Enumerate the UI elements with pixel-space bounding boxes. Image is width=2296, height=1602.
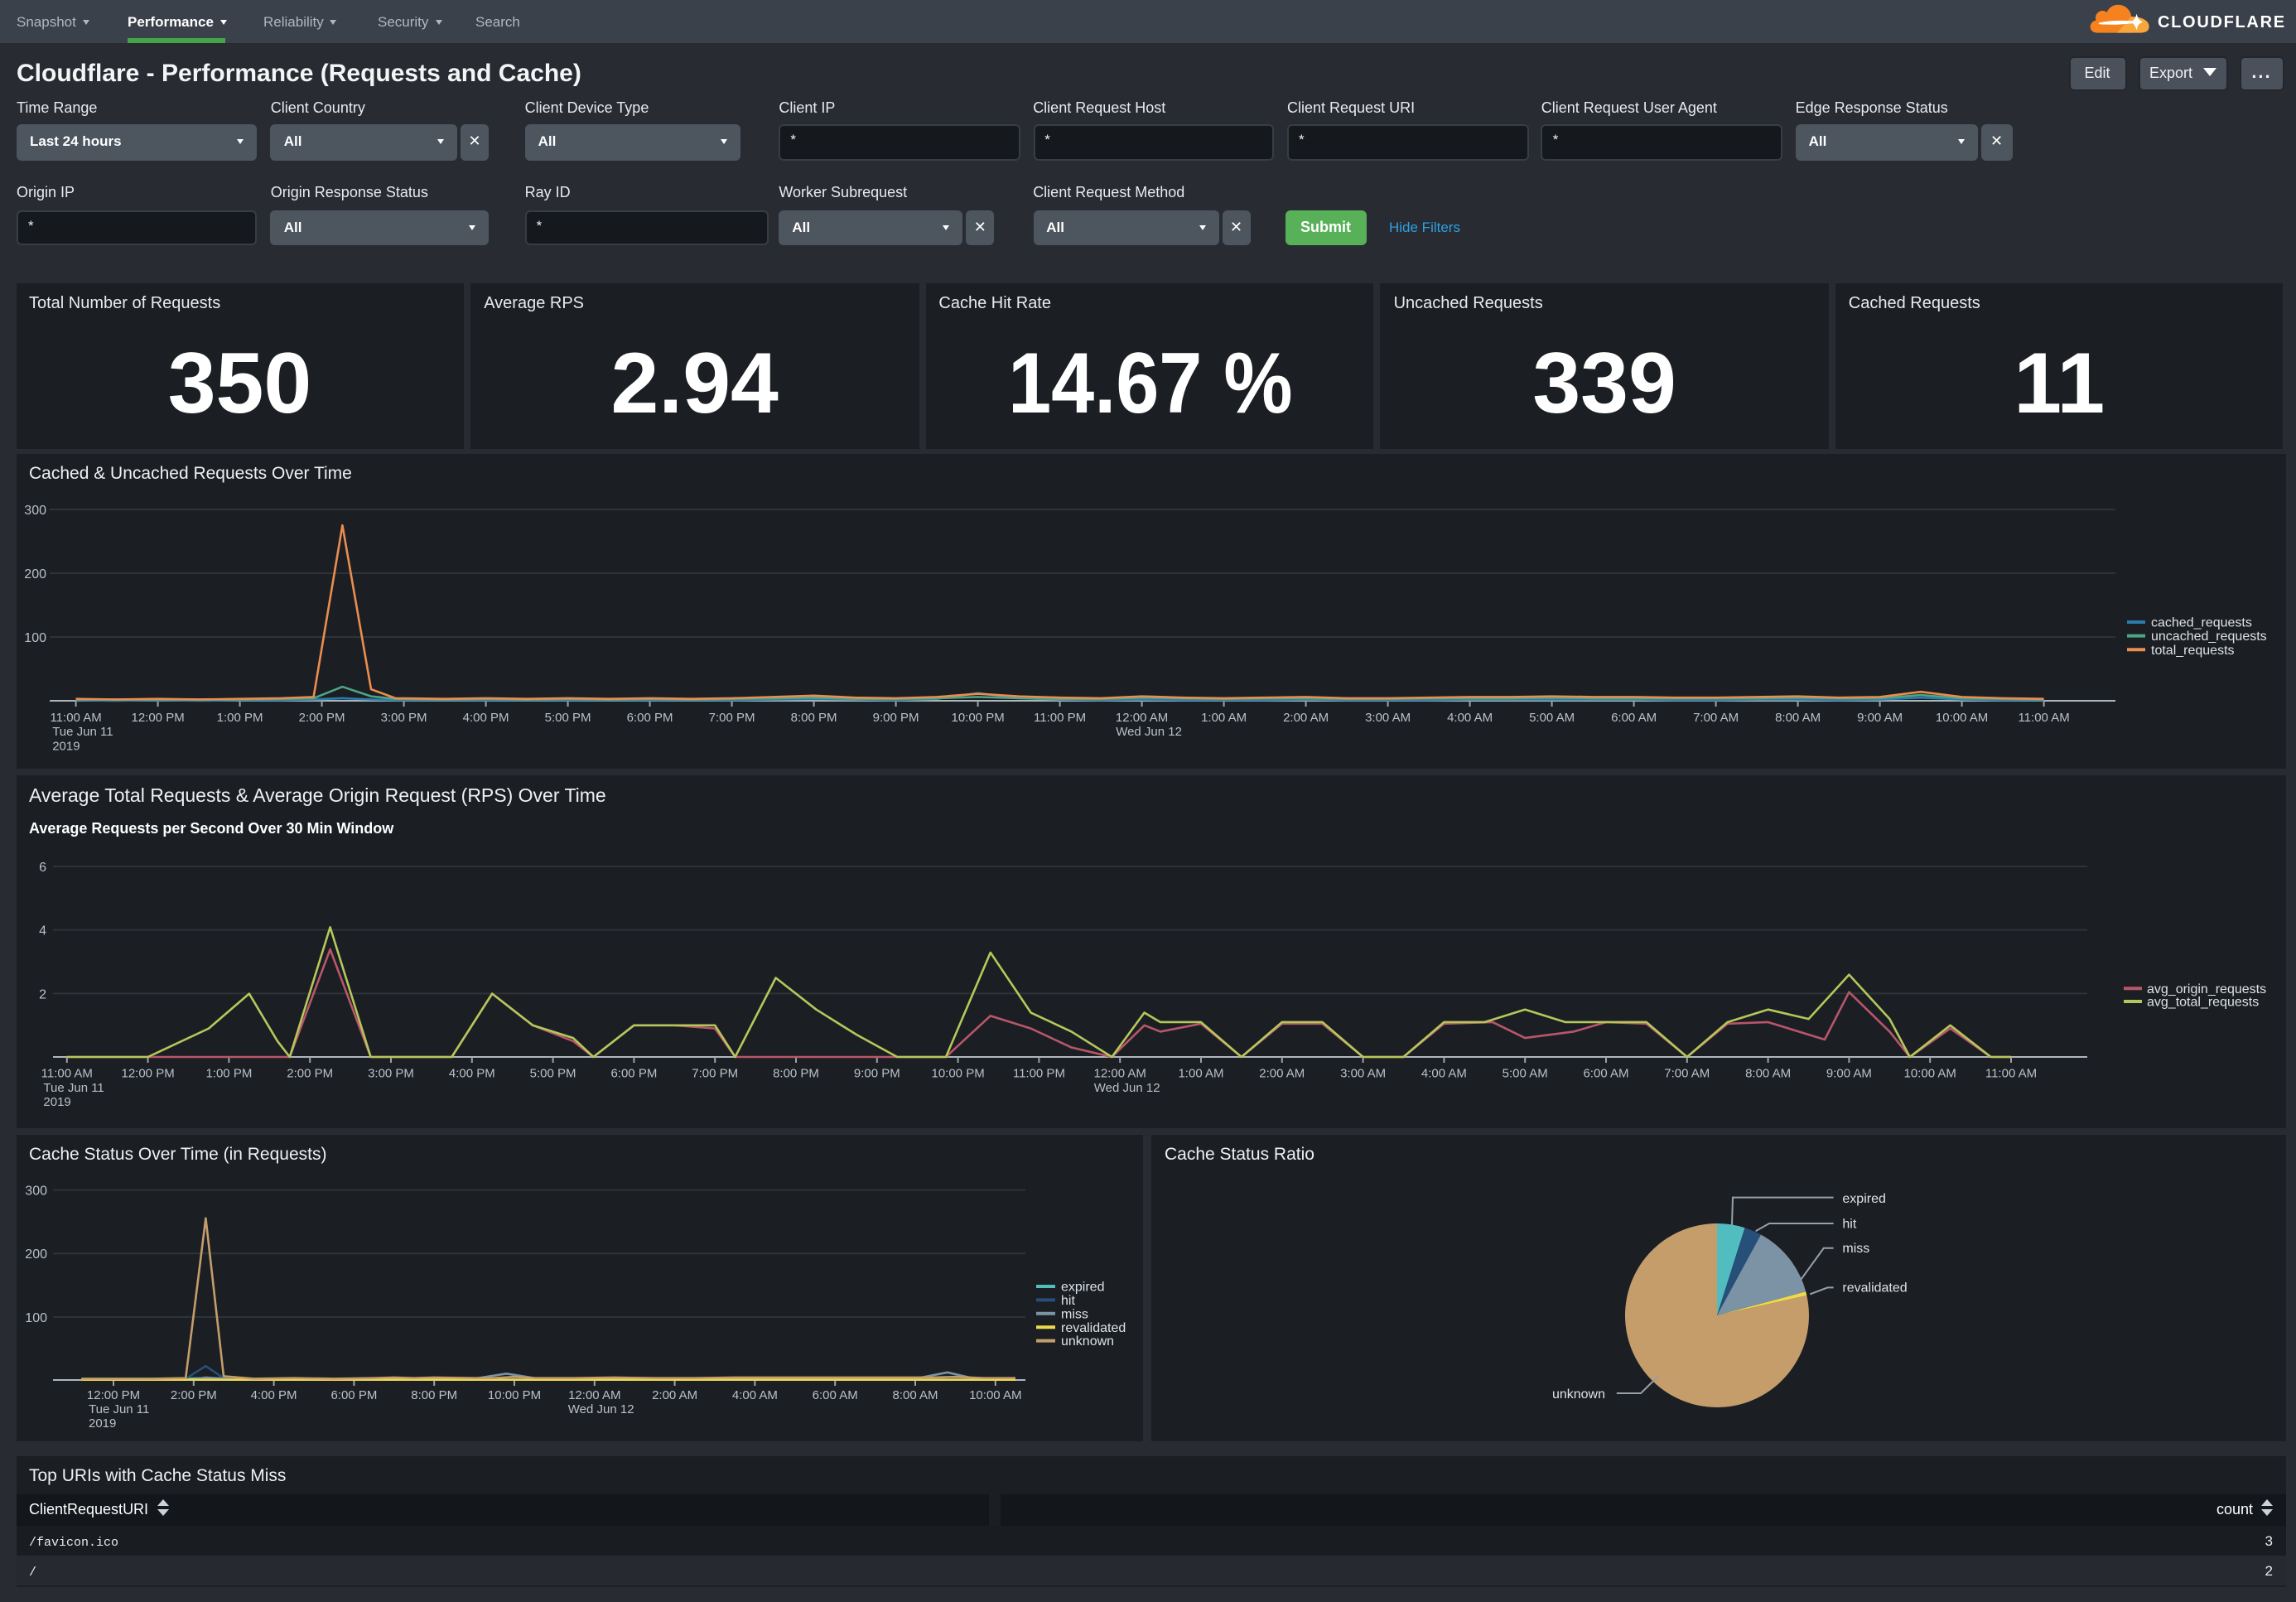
svg-text:cached_requests: cached_requests <box>2150 616 2251 630</box>
svg-text:4:00 AM: 4:00 AM <box>1421 1067 1466 1081</box>
svg-text:12:00 AM: 12:00 AM <box>1093 1067 1146 1081</box>
svg-text:3:00 AM: 3:00 AM <box>1339 1067 1385 1081</box>
svg-text:11:00 AM: 11:00 AM <box>2017 711 2068 725</box>
svg-text:2: 2 <box>38 987 46 1001</box>
svg-text:2019: 2019 <box>88 1416 115 1431</box>
svg-text:11:00 AM: 11:00 AM <box>41 1067 92 1081</box>
svg-text:2:00 PM: 2:00 PM <box>298 711 345 725</box>
svg-text:8:00 AM: 8:00 AM <box>1774 711 1820 725</box>
svg-text:revalidated: revalidated <box>1842 1281 1907 1296</box>
svg-text:10:00 PM: 10:00 PM <box>950 711 1003 725</box>
svg-text:6:00 PM: 6:00 PM <box>626 711 673 725</box>
svg-text:100: 100 <box>23 631 46 645</box>
svg-text:6:00 PM: 6:00 PM <box>610 1067 656 1081</box>
svg-text:hit: hit <box>1842 1218 1856 1232</box>
svg-text:uncached_requests: uncached_requests <box>2150 630 2266 644</box>
svg-text:Tue Jun 11: Tue Jun 11 <box>42 1081 103 1095</box>
svg-text:6:00 AM: 6:00 AM <box>1582 1067 1628 1081</box>
svg-text:4:00 PM: 4:00 PM <box>448 1067 494 1081</box>
svg-text:10:00 PM: 10:00 PM <box>487 1388 540 1402</box>
svg-text:300: 300 <box>24 1185 46 1199</box>
svg-text:2019: 2019 <box>51 740 79 754</box>
svg-text:11:00 AM: 11:00 AM <box>49 711 100 725</box>
svg-text:miss: miss <box>1060 1307 1088 1321</box>
svg-text:12:00 PM: 12:00 PM <box>86 1388 139 1402</box>
svg-text:8:00 PM: 8:00 PM <box>772 1067 818 1081</box>
svg-text:Tue Jun 11: Tue Jun 11 <box>88 1402 148 1416</box>
svg-text:total_requests: total_requests <box>2150 644 2234 658</box>
svg-text:avg_origin_requests: avg_origin_requests <box>2146 982 2265 996</box>
svg-text:Wed Jun 12: Wed Jun 12 <box>1093 1081 1160 1095</box>
svg-text:8:00 PM: 8:00 PM <box>790 711 837 725</box>
svg-text:2:00 PM: 2:00 PM <box>286 1067 332 1081</box>
svg-text:8:00 AM: 8:00 AM <box>891 1388 937 1402</box>
svg-text:2:00 AM: 2:00 AM <box>651 1388 697 1402</box>
svg-text:5:00 AM: 5:00 AM <box>1528 711 1574 725</box>
svg-text:Wed Jun 12: Wed Jun 12 <box>1115 725 1181 739</box>
svg-text:expired: expired <box>1060 1281 1103 1295</box>
svg-text:1:00 AM: 1:00 AM <box>1177 1067 1223 1081</box>
svg-text:8:00 AM: 8:00 AM <box>1744 1067 1790 1081</box>
svg-text:6:00 AM: 6:00 AM <box>812 1388 857 1402</box>
svg-text:10:00 AM: 10:00 AM <box>1935 711 1987 725</box>
svg-text:10:00 AM: 10:00 AM <box>968 1388 1020 1402</box>
svg-text:9:00 PM: 9:00 PM <box>872 711 919 725</box>
svg-text:4:00 AM: 4:00 AM <box>1446 711 1492 725</box>
svg-text:2:00 AM: 2:00 AM <box>1282 711 1328 725</box>
svg-text:4:00 AM: 4:00 AM <box>731 1388 777 1402</box>
svg-text:4:00 PM: 4:00 PM <box>250 1388 297 1402</box>
svg-text:3:00 PM: 3:00 PM <box>380 711 427 725</box>
svg-text:2:00 AM: 2:00 AM <box>1258 1067 1304 1081</box>
svg-text:4: 4 <box>38 924 46 939</box>
svg-text:hit: hit <box>1060 1294 1074 1308</box>
svg-text:11:00 AM: 11:00 AM <box>1985 1067 2036 1081</box>
svg-text:100: 100 <box>24 1311 46 1325</box>
svg-text:12:00 PM: 12:00 PM <box>120 1067 173 1081</box>
svg-text:6:00 PM: 6:00 PM <box>330 1388 376 1402</box>
svg-text:4:00 PM: 4:00 PM <box>462 711 509 725</box>
svg-text:7:00 AM: 7:00 AM <box>1663 1067 1709 1081</box>
svg-text:11:00 PM: 11:00 PM <box>1033 711 1085 725</box>
svg-text:revalidated: revalidated <box>1060 1321 1125 1335</box>
svg-text:2:00 PM: 2:00 PM <box>170 1388 216 1402</box>
svg-text:1:00 PM: 1:00 PM <box>205 1067 251 1081</box>
svg-text:200: 200 <box>23 567 46 581</box>
svg-text:10:00 AM: 10:00 AM <box>1903 1067 1956 1081</box>
svg-text:6:00 AM: 6:00 AM <box>1610 711 1656 725</box>
svg-text:9:00 PM: 9:00 PM <box>853 1067 900 1081</box>
svg-text:6: 6 <box>38 861 46 875</box>
svg-text:1:00 PM: 1:00 PM <box>216 711 263 725</box>
svg-text:Wed Jun 12: Wed Jun 12 <box>567 1402 634 1416</box>
svg-text:12:00 PM: 12:00 PM <box>130 711 183 725</box>
svg-text:unknown: unknown <box>1060 1334 1113 1349</box>
svg-text:3:00 AM: 3:00 AM <box>1364 711 1410 725</box>
svg-text:9:00 AM: 9:00 AM <box>1826 1067 1871 1081</box>
svg-text:12:00 AM: 12:00 AM <box>567 1388 620 1402</box>
svg-text:11:00 PM: 11:00 PM <box>1012 1067 1064 1081</box>
svg-text:5:00 PM: 5:00 PM <box>529 1067 576 1081</box>
svg-text:3:00 PM: 3:00 PM <box>367 1067 413 1081</box>
svg-text:avg_total_requests: avg_total_requests <box>2146 996 2258 1010</box>
svg-text:5:00 AM: 5:00 AM <box>1502 1067 1547 1081</box>
svg-text:1:00 AM: 1:00 AM <box>1200 711 1246 725</box>
svg-text:7:00 AM: 7:00 AM <box>1692 711 1738 725</box>
svg-text:12:00 AM: 12:00 AM <box>1115 711 1167 725</box>
svg-text:unknown: unknown <box>1552 1387 1605 1402</box>
svg-text:9:00 AM: 9:00 AM <box>1856 711 1902 725</box>
svg-text:10:00 PM: 10:00 PM <box>930 1067 983 1081</box>
svg-text:8:00 PM: 8:00 PM <box>410 1388 456 1402</box>
svg-text:7:00 PM: 7:00 PM <box>708 711 755 725</box>
svg-text:300: 300 <box>23 504 46 518</box>
svg-text:expired: expired <box>1842 1192 1885 1206</box>
svg-text:200: 200 <box>24 1247 46 1262</box>
svg-text:7:00 PM: 7:00 PM <box>691 1067 737 1081</box>
svg-text:5:00 PM: 5:00 PM <box>544 711 591 725</box>
svg-text:2019: 2019 <box>42 1095 70 1109</box>
svg-text:CLOUDFLARE: CLOUDFLARE <box>2158 13 2286 31</box>
svg-text:Tue Jun 11: Tue Jun 11 <box>51 725 112 739</box>
svg-text:miss: miss <box>1842 1242 1869 1256</box>
